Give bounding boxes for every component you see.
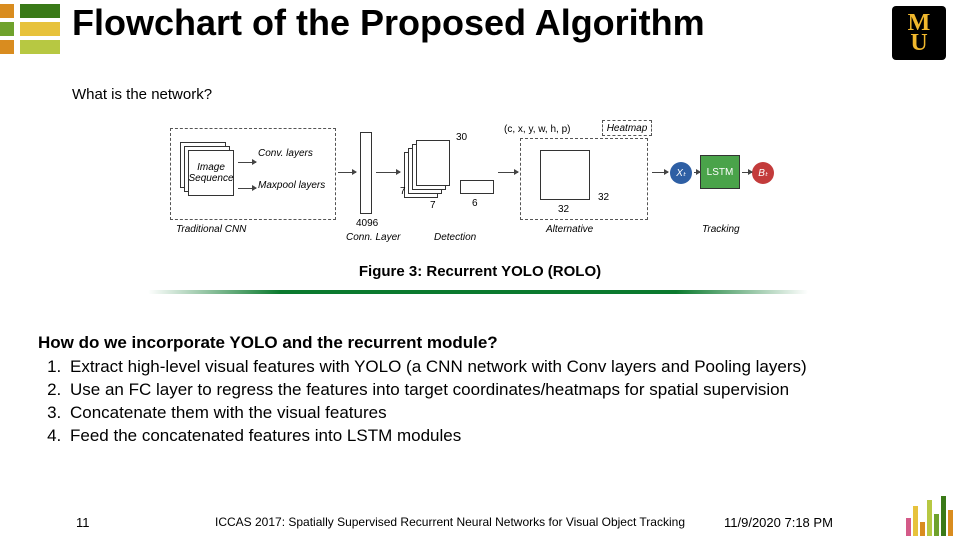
section-question: How do we incorporate YOLO and the recur… <box>38 333 498 353</box>
conn-layer-label: Conn. Layer <box>346 232 400 243</box>
footer-stripes-icon <box>906 492 956 536</box>
n7b-label: 7 <box>430 200 436 211</box>
xt-node: Xₜ <box>670 162 692 184</box>
list-item: Use an FC layer to regress the features … <box>66 379 807 402</box>
university-logo-icon: MU <box>892 6 946 60</box>
figure-caption: Figure 3: Recurrent YOLO (ROLO) <box>0 263 960 280</box>
footer: 11 ICCAS 2017: Spatially Supervised Recu… <box>0 515 960 530</box>
footer-center: ICCAS 2017: Spatially Supervised Recurre… <box>176 515 724 530</box>
alternative-label: Alternative <box>546 224 593 235</box>
n4096-label: 4096 <box>356 218 378 229</box>
list-item: Concatenate them with the visual feature… <box>66 402 807 425</box>
n7a-label: 7 <box>400 186 406 197</box>
fc-layer-box <box>360 132 372 214</box>
divider-rule-icon <box>148 290 808 294</box>
heatmap-label: Heatmap <box>602 120 652 136</box>
conv-label: Conv. layers <box>258 148 313 159</box>
list-item: Feed the concatenated features into LSTM… <box>66 425 807 448</box>
n32a-label: 32 <box>598 192 609 203</box>
n30-label: 30 <box>456 132 467 143</box>
lstm-box: LSTM <box>700 155 740 189</box>
n32b-label: 32 <box>558 204 569 215</box>
sub-question: What is the network? <box>72 86 212 103</box>
tuple-label: (c, x, y, w, h, p) <box>504 124 571 135</box>
page-number: 11 <box>76 515 176 530</box>
tracking-label: Tracking <box>702 224 740 235</box>
steps-list: Extract high-level visual features with … <box>38 356 807 448</box>
brand-stripes-icon <box>0 4 60 60</box>
bt-node: Bₜ <box>752 162 774 184</box>
page-title: Flowchart of the Proposed Algorithm <box>72 2 705 44</box>
trad-cnn-label: Traditional CNN <box>176 224 246 235</box>
image-sequence-box: Image Sequence <box>188 150 234 196</box>
maxpool-label: Maxpool layers <box>258 180 325 191</box>
list-item: Extract high-level visual features with … <box>66 356 807 379</box>
architecture-diagram: Image Sequence Traditional CNN Conv. lay… <box>170 122 790 252</box>
detection-label: Detection <box>434 232 476 243</box>
n6-label: 6 <box>472 198 478 209</box>
